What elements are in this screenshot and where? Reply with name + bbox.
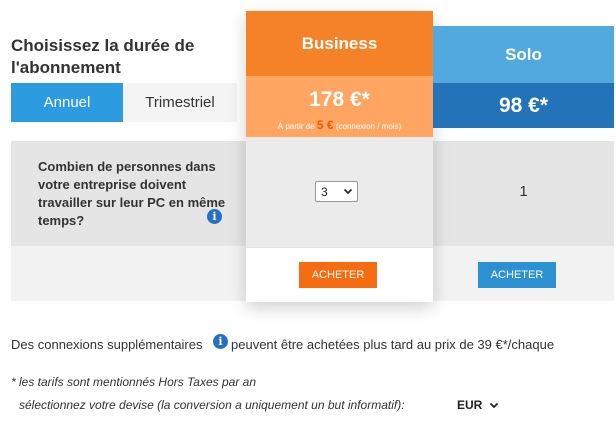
business-connection-price: 5 € [316,118,334,132]
info-icon[interactable]: i [213,334,228,349]
billing-toggle-annual[interactable]: Annuel [11,83,123,122]
extra-connections-price-text: peuvent être achetées plus tard au prix … [231,337,555,352]
extra-connections-text: Des connexions supplémentaires [11,337,203,352]
solo-price: 98 €* [433,83,614,128]
business-price: 178 €* [309,88,370,111]
business-users-value: 3 [321,184,328,199]
info-icon[interactable]: i [207,209,222,224]
solo-plan-name: Solo [433,26,614,83]
business-price-per-connection: À partir de 5 € (connexion / mois) [246,118,433,132]
solo-users-value: 1 [519,183,528,200]
currency-select[interactable]: EUR [457,398,482,412]
chevron-down-icon [343,188,353,195]
page-title: Choisissez la durée de l'abonnement [11,36,195,77]
business-buy-button[interactable]: ACHETER [299,262,377,288]
billing-toggle-quarterly[interactable]: Trimestriel [123,83,237,122]
chevron-down-icon[interactable] [489,400,499,410]
business-price-suffix: (connexion / mois) [335,122,402,131]
users-question: Combien de personnes dans votre entrepri… [38,159,226,228]
currency-note: sélectionnez votre devise (la conversion… [19,398,405,412]
business-price-prefix: À partir de [277,122,315,131]
solo-buy-button[interactable]: ACHETER [478,262,556,288]
business-price-box: 178 €* À partir de 5 € (connexion / mois… [246,76,433,137]
tax-note: * les tarifs sont mentionnés Hors Taxes … [11,375,257,389]
business-users-select[interactable]: 3 [315,181,358,202]
business-plan-name: Business [246,11,433,76]
